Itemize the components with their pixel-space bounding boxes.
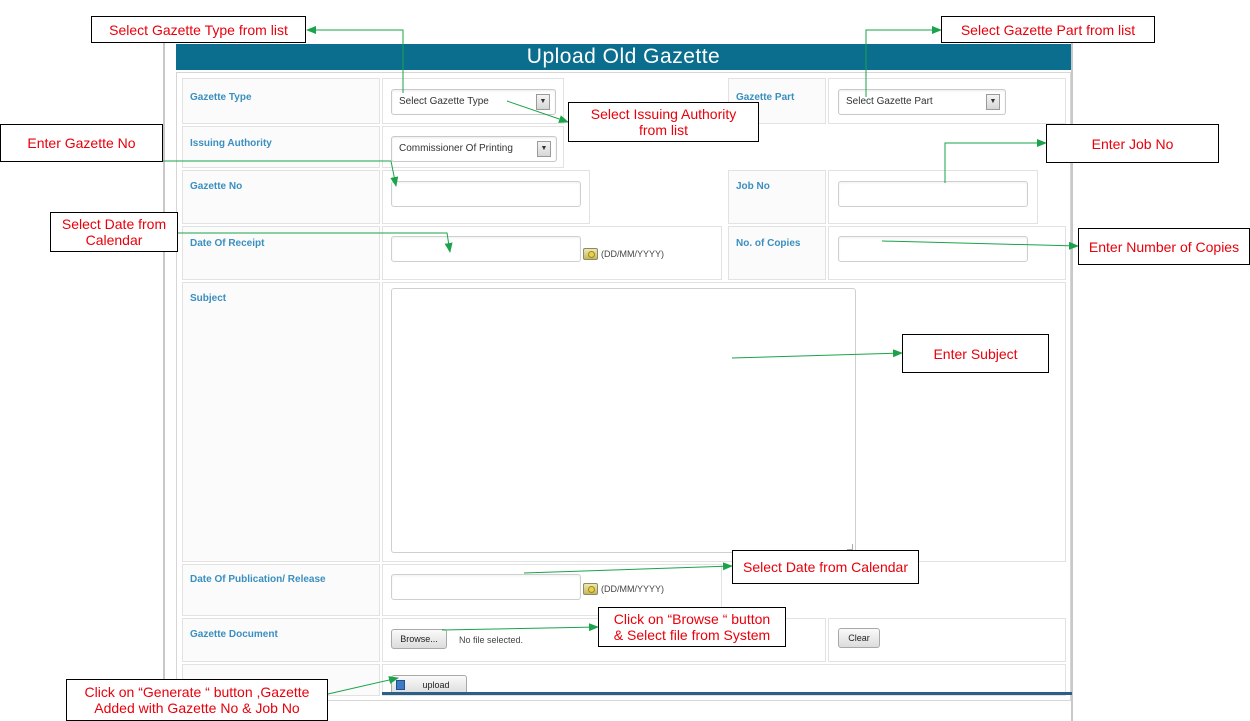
issuing-authority-selected: Commissioner Of Printing [399, 143, 513, 154]
callout-enter-subject: Enter Subject [902, 334, 1049, 373]
browse-button[interactable]: Browse... [391, 629, 447, 649]
date-of-publication-label: Date Of Publication/ Release [190, 574, 326, 585]
callout-enter-job-no: Enter Job No [1046, 124, 1219, 163]
gazette-type-label: Gazette Type [190, 92, 252, 103]
cell-copies-label [728, 226, 826, 280]
gazette-document-label: Gazette Document [190, 629, 278, 640]
cell-job-no-label [728, 170, 826, 224]
calendar-icon[interactable] [583, 248, 598, 260]
chevron-down-icon[interactable]: ▼ [537, 141, 551, 157]
callout-select-date-publication: Select Date from Calendar [732, 550, 919, 584]
upload-label: upload [422, 680, 450, 690]
gazette-no-input[interactable] [391, 181, 581, 207]
callout-browse-file: Click on “Browse “ button & Select file … [598, 607, 786, 647]
page-title: Upload Old Gazette [176, 44, 1071, 70]
callout-enter-copies: Enter Number of Copies [1078, 228, 1250, 265]
callout-select-date-receipt: Select Date from Calendar [50, 212, 178, 252]
chevron-down-icon[interactable]: ▼ [986, 94, 1000, 110]
date-of-receipt-input[interactable] [391, 236, 581, 262]
no-of-copies-input[interactable] [838, 236, 1028, 262]
gazette-no-label: Gazette No [190, 181, 243, 192]
callout-select-gazette-part: Select Gazette Part from list [941, 16, 1155, 43]
taskbar-strip [382, 692, 1072, 695]
date-format-hint: (DD/MM/YYYY) [601, 249, 664, 259]
gazette-type-selected: Select Gazette Type [399, 96, 489, 107]
job-no-input[interactable] [838, 181, 1028, 207]
chevron-down-icon[interactable]: ▼ [536, 94, 550, 110]
calendar-icon[interactable] [583, 583, 598, 595]
gazette-part-select[interactable]: Select Gazette Part ▼ [838, 89, 1006, 115]
subject-textarea[interactable] [391, 288, 856, 553]
cell-publication-label [182, 564, 380, 616]
date-of-publication-input[interactable] [391, 574, 581, 600]
callout-select-gazette-type: Select Gazette Type from list [91, 16, 306, 43]
callout-generate: Click on “Generate “ button ,Gazette Add… [66, 679, 328, 721]
clear-button[interactable]: Clear [838, 628, 880, 648]
issuing-authority-select[interactable]: Commissioner Of Printing ▼ [391, 136, 557, 162]
date-of-receipt-label: Date Of Receipt [190, 238, 265, 249]
callout-select-issuing-authority: Select Issuing Authority from list [568, 102, 759, 142]
gazette-part-selected: Select Gazette Part [846, 96, 933, 107]
no-of-copies-label: No. of Copies [736, 238, 801, 249]
upload-icon [396, 680, 405, 690]
gazette-type-select[interactable]: Select Gazette Type ▼ [391, 89, 556, 115]
cell-receipt-label [182, 226, 380, 280]
cell-document-label [182, 618, 380, 662]
job-no-label: Job No [736, 181, 770, 192]
callout-enter-gazette-no: Enter Gazette No [0, 124, 163, 162]
cell-subject-label [182, 282, 380, 562]
file-status: No file selected. [459, 635, 524, 645]
cell-gazette-no-label [182, 170, 380, 224]
issuing-authority-label: Issuing Authority [190, 138, 272, 149]
date-format-hint: (DD/MM/YYYY) [601, 584, 664, 594]
subject-label: Subject [190, 293, 227, 304]
